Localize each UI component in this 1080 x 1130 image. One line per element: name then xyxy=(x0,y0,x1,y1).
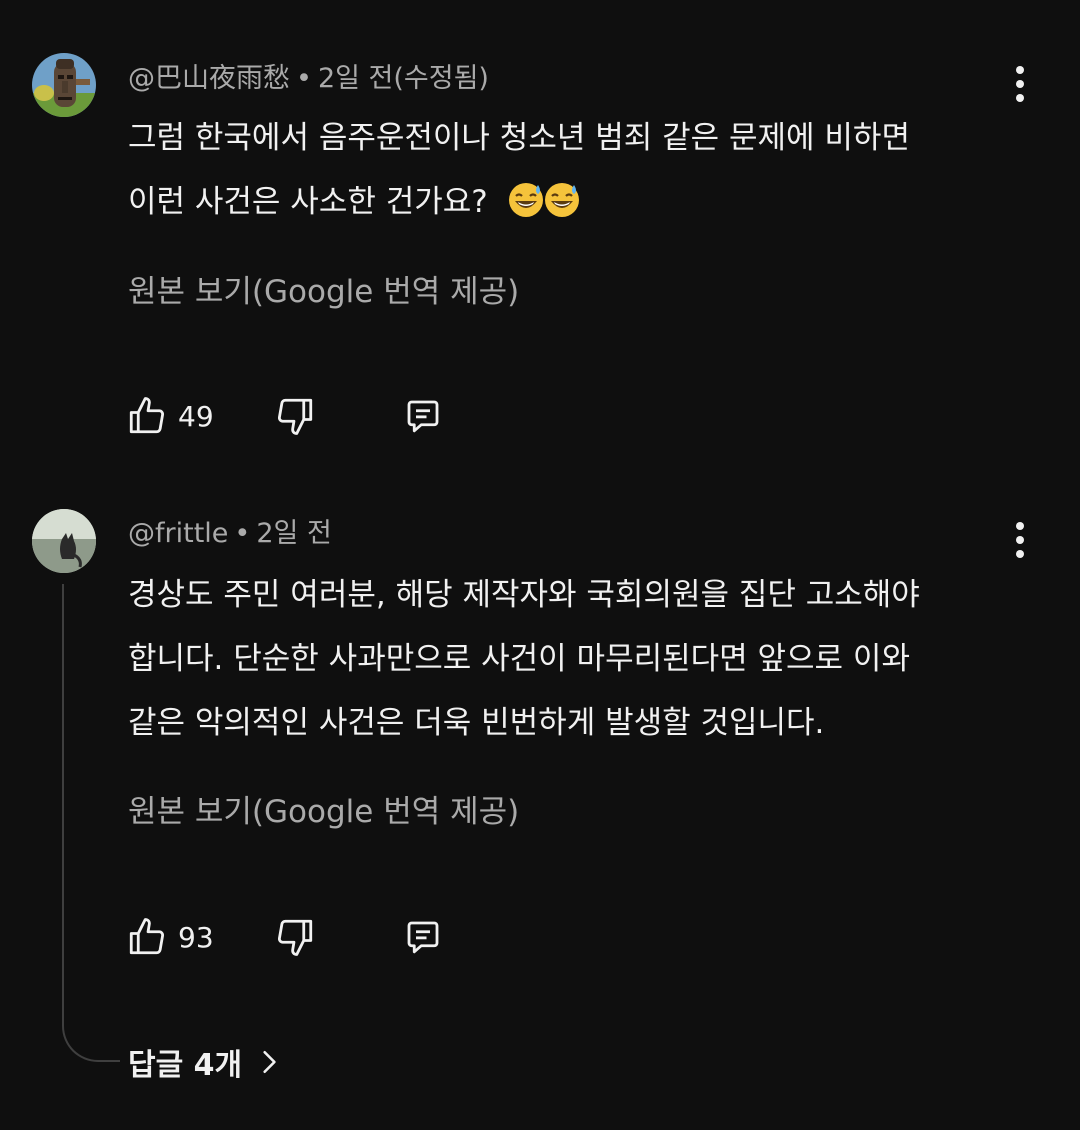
author-name[interactable]: @巴山夜雨愁 xyxy=(128,63,290,94)
more-dot xyxy=(1016,94,1024,102)
comments-section: @巴山夜雨愁 • 2일 전(수정됨) 그럼 한국에서 음주운전이나 청소년 범죄 같… xyxy=(0,0,1080,1130)
author-name[interactable]: @frittle xyxy=(128,518,228,549)
thumbs-up-icon xyxy=(129,918,165,955)
more-dot xyxy=(1016,522,1024,530)
sweat-smile-emoji-icon xyxy=(508,183,543,217)
more-vert-icon[interactable] xyxy=(1008,60,1032,108)
like-count: 49 xyxy=(178,399,214,433)
avatar[interactable] xyxy=(32,509,96,573)
more-dot xyxy=(1016,80,1024,88)
comment-icon xyxy=(407,921,439,954)
comment-line: 이런 사건은 사소한 건가요? xyxy=(128,184,488,220)
comment-line: 같은 악의적인 사건은 더욱 빈번하게 발생할 것입니다. xyxy=(128,705,825,741)
view-replies-button[interactable]: 답글 4개 xyxy=(128,1040,282,1084)
comment-meta: @巴山夜雨愁 • 2일 전(수정됨) xyxy=(128,61,489,97)
reply-button[interactable] xyxy=(402,913,444,961)
avatar[interactable] xyxy=(32,53,96,117)
sweat-smile-emoji-icon xyxy=(544,183,579,217)
see-original-link[interactable]: 원본 보기(Google 번역 제공) xyxy=(128,270,519,314)
comment-line-with-emoji: 이런 사건은 사소한 건가요? xyxy=(128,170,1028,234)
more-vert-icon[interactable] xyxy=(1008,516,1032,564)
timestamp[interactable]: 2일 전 xyxy=(256,518,331,549)
comment-text: 그럼 한국에서 음주운전이나 청소년 범죄 같은 문제에 비하면 이런 사건은 … xyxy=(128,106,1028,234)
comment-meta: @frittle • 2일 전 xyxy=(128,516,332,552)
comment-text: 경상도 주민 여러분, 해당 제작자와 국회의원을 집단 고소해야 합니다. 단… xyxy=(128,563,1028,755)
thumbs-down-icon xyxy=(277,919,313,956)
more-dot xyxy=(1016,66,1024,74)
comment-line: 합니다. 단순한 사과만으로 사건이 마무리된다면 앞으로 이와 xyxy=(128,641,910,677)
like-button[interactable]: 49 xyxy=(126,392,214,440)
meta-separator: • xyxy=(234,518,251,549)
like-count: 93 xyxy=(178,920,214,954)
see-original-link[interactable]: 원본 보기(Google 번역 제공) xyxy=(128,790,519,834)
meta-separator: • xyxy=(296,63,312,94)
reply-button[interactable] xyxy=(402,392,444,440)
chevron-right-icon xyxy=(263,1050,276,1074)
timestamp[interactable]: 2일 전(수정됨) xyxy=(318,63,489,94)
thumbs-up-icon xyxy=(129,397,165,434)
thumbs-down-icon xyxy=(277,398,313,435)
more-dot xyxy=(1016,536,1024,544)
avatar-image xyxy=(32,509,96,573)
comment-line: 경상도 주민 여러분, 해당 제작자와 국회의원을 집단 고소해야 xyxy=(128,577,920,613)
more-dot xyxy=(1016,550,1024,558)
comment-line: 그럼 한국에서 음주운전이나 청소년 범죄 같은 문제에 비하면 xyxy=(128,120,910,156)
comment-icon xyxy=(407,400,439,433)
thread-line xyxy=(62,584,120,1062)
like-button[interactable]: 93 xyxy=(126,913,214,961)
dislike-button[interactable] xyxy=(274,913,316,961)
dislike-button[interactable] xyxy=(274,392,316,440)
avatar-image xyxy=(32,53,96,117)
replies-label: 답글 4개 xyxy=(128,1048,243,1083)
